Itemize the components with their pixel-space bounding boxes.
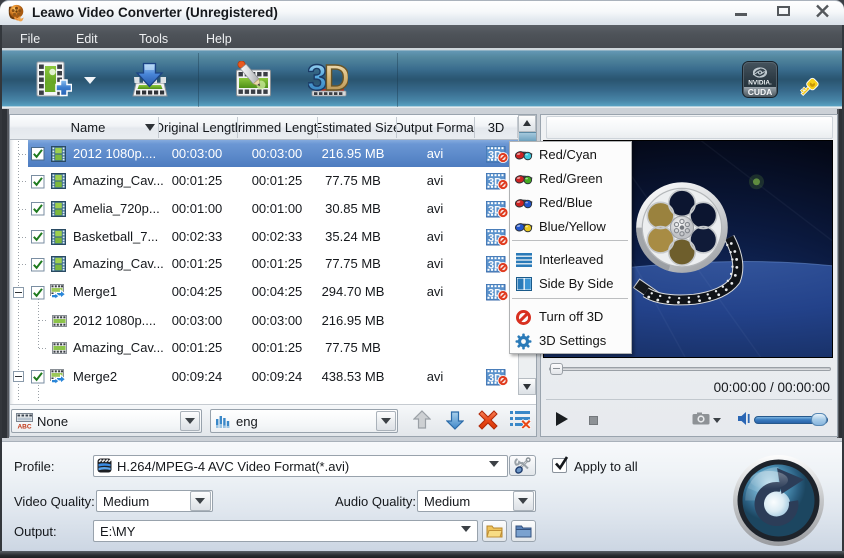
svg-text:NVIDIA.: NVIDIA. xyxy=(748,80,772,87)
svg-text:D: D xyxy=(324,60,348,98)
svg-text:ABC: ABC xyxy=(17,424,31,430)
svg-text:CUDA: CUDA xyxy=(748,87,773,97)
